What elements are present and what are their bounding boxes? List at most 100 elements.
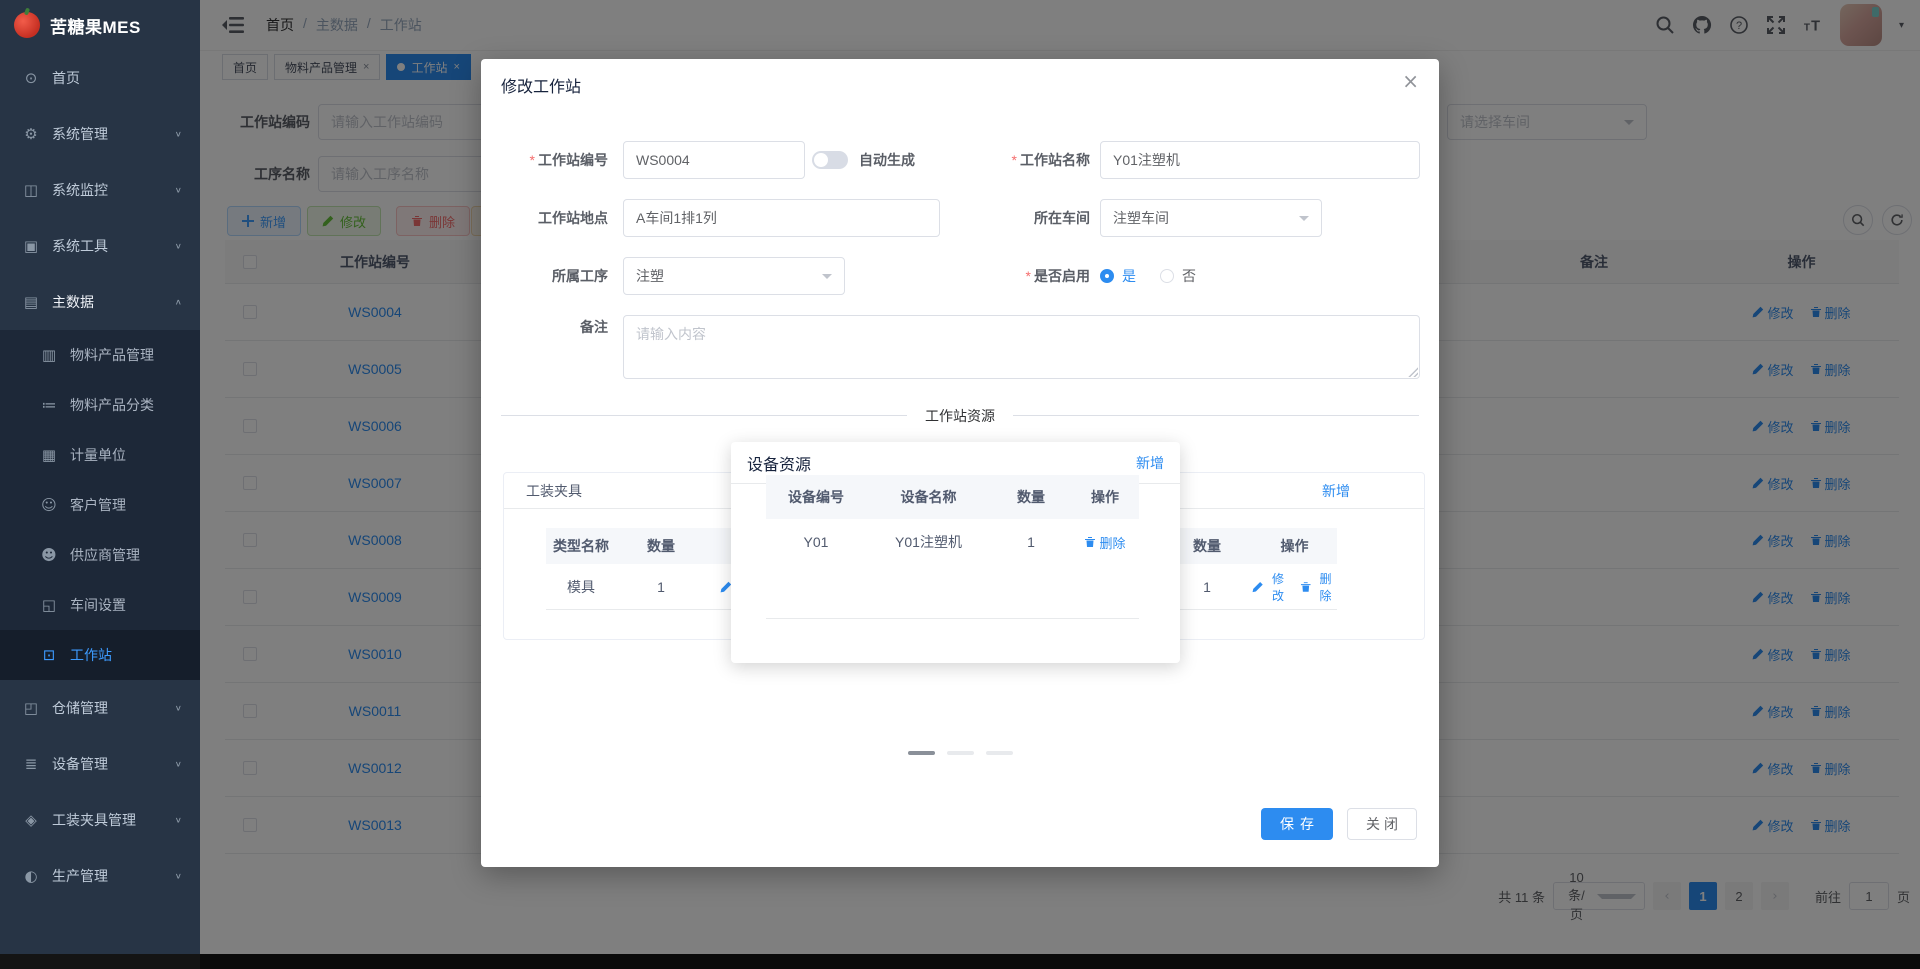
carousel-dash-1[interactable] — [907, 751, 935, 755]
auto-generate-label: 自动生成 — [859, 152, 915, 168]
dialog-title: 修改工作站 — [501, 79, 582, 96]
name-input[interactable] — [1100, 141, 1420, 179]
workshop-select[interactable]: 注塑车间 — [1100, 199, 1322, 237]
save-button[interactable]: 保存 — [1261, 808, 1333, 840]
home-icon: ⊙ — [24, 69, 38, 87]
customer-mgmt-icon: ☺ — [41, 496, 57, 514]
enabled-label: * 是否启用 — [1025, 268, 1090, 284]
master-data-icon: ▤ — [23, 293, 39, 311]
chevron-icon: ∨ — [174, 185, 182, 195]
auto-generate-toggle[interactable] — [812, 151, 848, 169]
chevron-icon: ∧ — [174, 297, 182, 307]
chevron-icon: ∨ — [174, 815, 182, 825]
chevron-icon: ∨ — [174, 759, 182, 769]
sidebar-item-supplier-mgmt[interactable]: ☻ 供应商管理 — [0, 530, 200, 580]
sidebar: 苦糖果MES ⊙ 首页 ⚙ 系统管理 ∨ ◫ 系统监控 ∨ ▣ 系统工具 ∨ ▤ 主数据 ∧ ▥ 物料产品管理… — [0, 0, 200, 969]
sidebar-item-home[interactable]: ⊙ 首页 — [0, 50, 200, 106]
sidebar-item-workstation[interactable]: ⊡ 工作站 — [0, 630, 200, 680]
sidebar-item-material-product-category[interactable]: ≔ 物料产品分类 — [0, 380, 200, 430]
edit-workstation-dialog: 修改工作站 × *工作站编号 自动生成 *工作站名称 工作站地点 所在车间 注塑… — [481, 59, 1439, 867]
supplier-mgmt-icon: ☻ — [41, 546, 57, 564]
fixture-mgmt-icon: ◈ — [25, 811, 37, 829]
sidebar-item-master-data[interactable]: ▤ 主数据 ∧ — [0, 274, 200, 330]
sidebar-item-customer-mgmt[interactable]: ☺ 客户管理 — [0, 480, 200, 530]
edit-icon — [1252, 581, 1263, 592]
chevron-down-icon — [1299, 215, 1309, 221]
code-input[interactable] — [623, 141, 805, 179]
trash-icon — [1300, 581, 1311, 592]
brand-logo-icon — [14, 12, 40, 38]
equipment-mgmt-icon: ≣ — [24, 755, 38, 773]
equipment-popup: 设备资源 新增 设备编号 设备名称 数量 操作 Y01 Y01注塑机 1 删除 — [731, 442, 1180, 663]
chevron-icon: ∨ — [174, 871, 182, 881]
remark-label: 备注 — [580, 319, 608, 335]
enabled-radio-group: 是 否 — [1100, 257, 1196, 295]
code-label: * 工作站编号 — [529, 152, 608, 168]
brand-name: 苦糖果MES — [50, 17, 141, 37]
measure-unit-icon: ▦ — [41, 446, 57, 464]
material-product-category-icon: ≔ — [41, 396, 57, 414]
radio-no[interactable]: 否 — [1160, 266, 1196, 286]
right-col-op: 操作 — [1280, 538, 1309, 554]
sidebar-item-production-mgmt[interactable]: ◐ 生产管理 ∨ — [0, 848, 200, 904]
sidebar-item-equipment-mgmt[interactable]: ≣ 设备管理 ∨ — [0, 736, 200, 792]
sidebar-item-system-tools[interactable]: ▣ 系统工具 ∨ — [0, 218, 200, 274]
dialog-footer: 保存 关闭 — [1261, 808, 1417, 840]
chevron-down-icon — [822, 273, 832, 279]
table-divider — [766, 618, 1139, 619]
equipment-row: Y01 Y01注塑机 1 删除 — [803, 533, 1126, 552]
production-mgmt-icon: ◐ — [24, 867, 38, 885]
panel-carousel — [481, 751, 1439, 755]
sidebar-item-system-monitor[interactable]: ◫ 系统监控 ∨ — [0, 162, 200, 218]
chevron-icon: ∨ — [174, 703, 182, 713]
system-mgmt-icon: ⚙ — [24, 125, 38, 143]
location-input[interactable] — [623, 199, 940, 237]
sidebar-item-fixture-mgmt[interactable]: ◈ 工装夹具管理 ∨ — [0, 792, 200, 848]
name-label: * 工作站名称 — [1011, 152, 1090, 168]
sidebar-item-workshop-settings[interactable]: ◱ 车间设置 — [0, 580, 200, 630]
location-label: 工作站地点 — [538, 210, 608, 226]
brand: 苦糖果MES — [0, 0, 200, 50]
remark-textarea[interactable] — [623, 315, 1420, 379]
sidebar-item-measure-unit[interactable]: ▦ 计量单位 — [0, 430, 200, 480]
carousel-dash-2[interactable] — [946, 751, 974, 755]
process-label: 所属工序 — [552, 268, 608, 284]
equip-col-qty: 数量 — [1017, 489, 1045, 505]
sidebar-nav: ⊙ 首页 ⚙ 系统管理 ∨ ◫ 系统监控 ∨ ▣ 系统工具 ∨ ▤ 主数据 ∧ ▥ 物料产品管理 ≔ 物料产品分类… — [0, 50, 200, 904]
fixture-panel-title: 工装夹具 — [526, 482, 582, 499]
process-select[interactable]: 注塑 — [623, 257, 845, 295]
app-root: 苦糖果MES ⊙ 首页 ⚙ 系统管理 ∨ ◫ 系统监控 ∨ ▣ 系统工具 ∨ ▤ 主数据 ∧ ▥ 物料产品管理… — [0, 0, 1920, 969]
workshop-settings-icon: ◱ — [41, 596, 57, 614]
carousel-dash-3[interactable] — [985, 751, 1013, 755]
right-edit-link[interactable]: 修改 — [1252, 570, 1290, 604]
resize-handle[interactable] — [1408, 367, 1418, 377]
system-monitor-icon: ◫ — [23, 181, 39, 199]
close-icon[interactable]: × — [1402, 69, 1419, 93]
section-title: 工作站资源 — [481, 406, 1439, 426]
workstation-icon: ⊡ — [42, 646, 56, 664]
close-button[interactable]: 关闭 — [1347, 808, 1417, 840]
radio-yes[interactable]: 是 — [1100, 266, 1136, 286]
equip-col-name: 设备名称 — [900, 489, 957, 505]
warehouse-mgmt-icon: ◰ — [23, 699, 39, 717]
system-tools-icon: ▣ — [23, 237, 39, 255]
radio-icon — [1160, 269, 1174, 283]
workshop-label: 所在车间 — [1034, 210, 1090, 226]
equip-col-op: 操作 — [1091, 489, 1119, 505]
fixture-add-link[interactable]: 新增 — [1322, 481, 1350, 501]
sidebar-item-warehouse-mgmt[interactable]: ◰ 仓储管理 ∨ — [0, 680, 200, 736]
equipment-delete-link[interactable]: 删除 — [1084, 533, 1126, 552]
sidebar-item-material-product-mgmt[interactable]: ▥ 物料产品管理 — [0, 330, 200, 380]
fixture-col-type: 类型名称 — [553, 538, 609, 554]
material-product-mgmt-icon: ▥ — [41, 346, 57, 364]
fixture-col-qty: 数量 — [647, 538, 675, 554]
sidebar-item-system-mgmt[interactable]: ⚙ 系统管理 ∨ — [0, 106, 200, 162]
right-delete-link[interactable]: 删除 — [1300, 570, 1338, 604]
equip-col-code: 设备编号 — [788, 489, 844, 505]
equipment-add-link[interactable]: 新增 — [1136, 453, 1164, 473]
radio-icon — [1100, 269, 1114, 283]
equipment-table: 设备编号 设备名称 数量 操作 Y01 Y01注塑机 1 删除 — [766, 475, 1139, 565]
chevron-icon: ∨ — [174, 241, 182, 251]
chevron-icon: ∨ — [174, 129, 182, 139]
equipment-popup-title: 设备资源 — [747, 456, 812, 474]
